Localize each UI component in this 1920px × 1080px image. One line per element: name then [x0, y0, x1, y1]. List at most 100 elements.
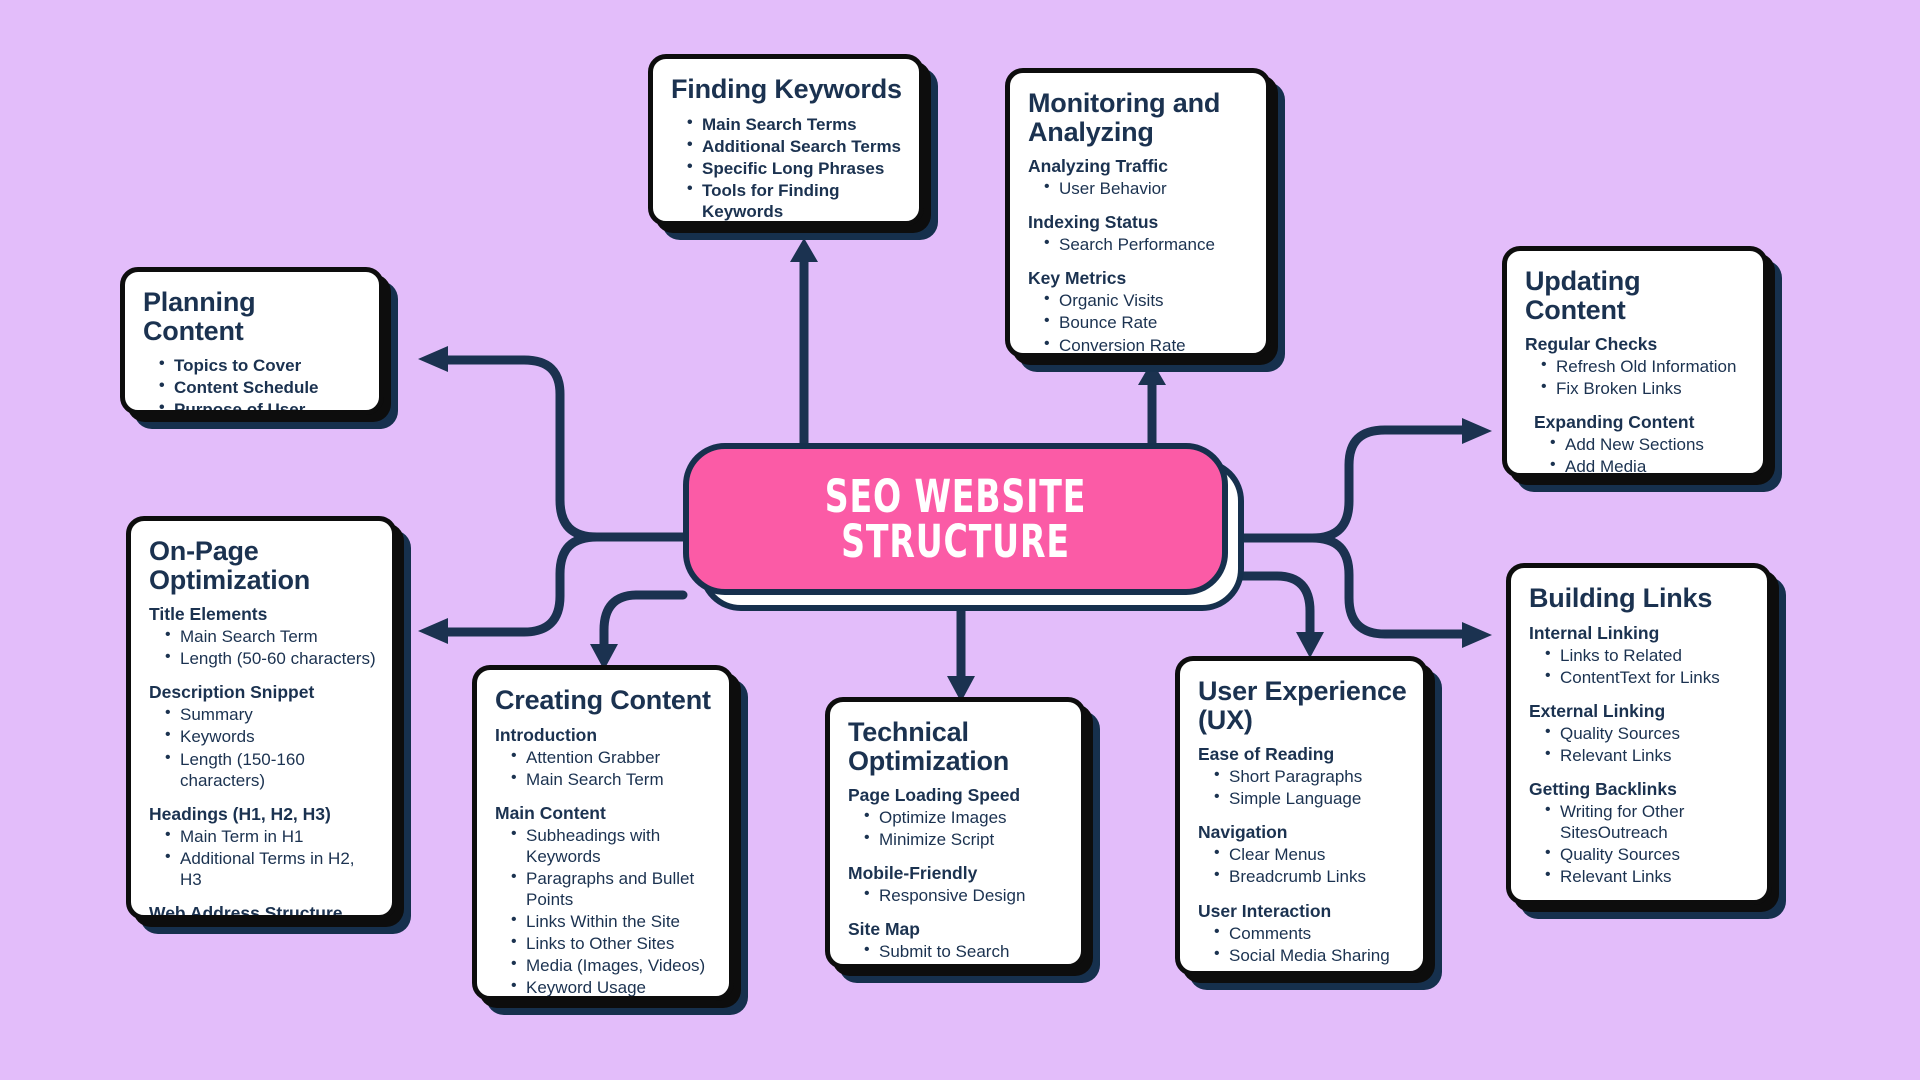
section-heading: Analyzing Traffic — [1028, 156, 1169, 177]
card-finding-keywords[interactable]: Finding Keywords Main Search TermsAdditi… — [648, 54, 938, 240]
section-heading: Web Address Structure — [149, 902, 343, 920]
section-heading: Site Map — [848, 919, 920, 940]
connector-creating-content — [599, 590, 688, 649]
card-section: Web Address StructureShort and Descripti… — [149, 902, 376, 920]
bullet-item: Comments — [1212, 922, 1407, 944]
bullet-item: Main Search Term — [509, 768, 713, 790]
card-building-links[interactable]: Building Links Internal LinkingLinks to … — [1506, 563, 1786, 919]
card-section: Expanding ContentAdd New SectionsAdd Med… — [1525, 412, 1747, 473]
card-face: Building Links Internal LinkingLinks to … — [1506, 563, 1772, 905]
bullet-item: Breadcrumb Links — [1212, 865, 1407, 887]
section-heading: Indexing Status — [1028, 212, 1159, 233]
card-updating-content[interactable]: Updating Content Regular ChecksRefresh O… — [1502, 246, 1782, 492]
bullet-item: Additional Terms in H2, H3 — [163, 847, 376, 890]
section-heading: User Interaction — [1198, 900, 1332, 921]
card-title: Creating Content — [495, 685, 711, 715]
bullet-item: Relevant Links — [1543, 744, 1751, 766]
section-heading: Mobile-Friendly — [848, 863, 978, 884]
card-title: Building Links — [1529, 583, 1713, 613]
card-face: Updating Content Regular ChecksRefresh O… — [1502, 246, 1768, 478]
bullet-item: Tools for Finding Keywords — [685, 179, 903, 221]
bullet-item: Links to Other Sites — [509, 932, 713, 954]
bullet-list: Writing for Other SitesOutreachQuality S… — [1529, 800, 1751, 887]
card-section: Title ElementsMain Search TermLength (50… — [149, 604, 376, 669]
section-list: Page Loading SpeedOptimize ImagesMinimiz… — [848, 785, 1065, 964]
bullet-item: Length (150-160 characters) — [163, 748, 376, 791]
section-list: Regular ChecksRefresh Old InformationFix… — [1525, 334, 1747, 473]
bullet-item: Add New Sections — [1548, 433, 1747, 455]
card-title: Planning Content — [143, 287, 256, 346]
bullet-item: Responsive Design — [862, 884, 1065, 906]
card-title: Updating Content — [1525, 266, 1641, 325]
section-heading: Description Snippet — [149, 682, 315, 703]
card-user-experience[interactable]: User Experience (UX) Ease of ReadingShor… — [1175, 656, 1442, 990]
card-creating-content[interactable]: Creating Content IntroductionAttention G… — [472, 665, 748, 1015]
bullet-list: Quality SourcesRelevant Links — [1529, 722, 1751, 766]
bullet-item: Fix Broken Links — [1539, 377, 1747, 399]
card-section: Analyzing TrafficUser Behavior — [1028, 156, 1250, 199]
bullet-item: Main Search Terms — [685, 113, 903, 135]
section-heading: Title Elements — [149, 604, 268, 625]
card-planning-content[interactable]: Planning Content Topics to CoverContent … — [120, 267, 398, 429]
bullet-item: Main Term in H1 — [163, 825, 376, 847]
card-section: External LinkingQuality SourcesRelevant … — [1529, 701, 1751, 766]
card-section: Page Loading SpeedOptimize ImagesMinimiz… — [848, 785, 1065, 850]
card-monitoring-analyzing[interactable]: Monitoring and Analyzing Analyzing Traff… — [1005, 68, 1285, 372]
bullet-item: Bounce Rate — [1042, 311, 1250, 333]
connector-on-page — [443, 532, 602, 637]
card-section: Regular ChecksRefresh Old InformationFix… — [1525, 334, 1747, 399]
card-section: Main ContentSubheadings with KeywordsPar… — [495, 802, 713, 996]
card-section: Indexing StatusSearch Performance — [1028, 212, 1250, 255]
section-heading: Expanding Content — [1534, 412, 1695, 433]
section-heading: Getting Backlinks — [1529, 778, 1677, 799]
card-title: Technical Optimization — [848, 717, 1010, 776]
card-title: On-Page Optimization — [149, 536, 311, 595]
card-section: IntroductionAttention GrabberMain Search… — [495, 725, 713, 790]
card-face: Planning Content Topics to CoverContent … — [120, 267, 384, 415]
bullet-item: Add Media — [1548, 455, 1747, 473]
card-face: On-Page Optimization Title ElementsMain … — [126, 516, 397, 920]
section-heading: Internal Linking — [1529, 622, 1660, 643]
connector-building-links — [1307, 533, 1467, 639]
card-technical-optimization[interactable]: Technical Optimization Page Loading Spee… — [825, 697, 1100, 983]
connector-updating-content — [1307, 425, 1467, 543]
bullet-item: Conversion Rate — [1042, 334, 1250, 353]
card-section: Mobile-FriendlyResponsive Design — [848, 863, 1065, 906]
card-on-page-optimization[interactable]: On-Page Optimization Title ElementsMain … — [126, 516, 411, 934]
bullet-item: Media (Images, Videos) — [509, 954, 713, 976]
bullet-item: Links Within the Site — [509, 910, 713, 932]
bullet-list: Short ParagraphsSimple Language — [1198, 765, 1407, 809]
bullet-list: Submit to Search Platforms — [848, 940, 1065, 964]
bullet-item: Refresh Old Information — [1539, 355, 1747, 377]
center-node-label: SEO WEBSITE STRUCTURE — [824, 470, 1087, 568]
card-section: User InteractionCommentsSocial Media Sha… — [1198, 901, 1407, 966]
bullet-item: User Behavior — [1042, 177, 1250, 199]
bullet-item: Additional Search Terms — [685, 135, 903, 157]
section-heading: Main Content — [495, 802, 606, 823]
bullet-item: Keyword Usage — [509, 976, 713, 996]
card-title: Monitoring and Analyzing — [1028, 88, 1221, 147]
bullet-item: Minimize Script — [862, 828, 1065, 850]
card-section: Getting BacklinksWriting for Other Sites… — [1529, 779, 1751, 887]
section-list: Analyzing TrafficUser Behavior Indexing S… — [1028, 156, 1250, 353]
bullet-item: Submit to Search Platforms — [862, 940, 1065, 964]
bullet-list: CommentsSocial Media Sharing — [1198, 922, 1407, 966]
card-section: Ease of ReadingShort ParagraphsSimple La… — [1198, 744, 1407, 809]
card-face: Finding Keywords Main Search TermsAdditi… — [648, 54, 924, 226]
card-section: Key MetricsOrganic VisitsBounce RateConv… — [1028, 268, 1250, 353]
bullet-item: Quality Sources — [1543, 722, 1751, 744]
card-face: Technical Optimization Page Loading Spee… — [825, 697, 1086, 969]
bullet-item: Main Search Term — [163, 625, 376, 647]
bullet-item: Relevant Links — [1543, 865, 1751, 887]
bullet-list: Optimize ImagesMinimize Script — [848, 806, 1065, 850]
bullet-item: Optimize Images — [862, 806, 1065, 828]
bullet-list: Attention GrabberMain Search Term — [495, 746, 713, 790]
card-face: Creating Content IntroductionAttention G… — [472, 665, 734, 1001]
bullet-list: Main Search TermLength (50-60 characters… — [149, 625, 376, 669]
bullet-list: Add New SectionsAdd Media — [1534, 433, 1747, 473]
section-heading: Navigation — [1198, 822, 1288, 843]
bullet-item: Links to Related — [1543, 644, 1751, 666]
center-node[interactable]: SEO WEBSITE STRUCTURE — [683, 443, 1244, 611]
bullet-item: Search Performance — [1042, 233, 1250, 255]
section-heading: Regular Checks — [1525, 334, 1658, 355]
